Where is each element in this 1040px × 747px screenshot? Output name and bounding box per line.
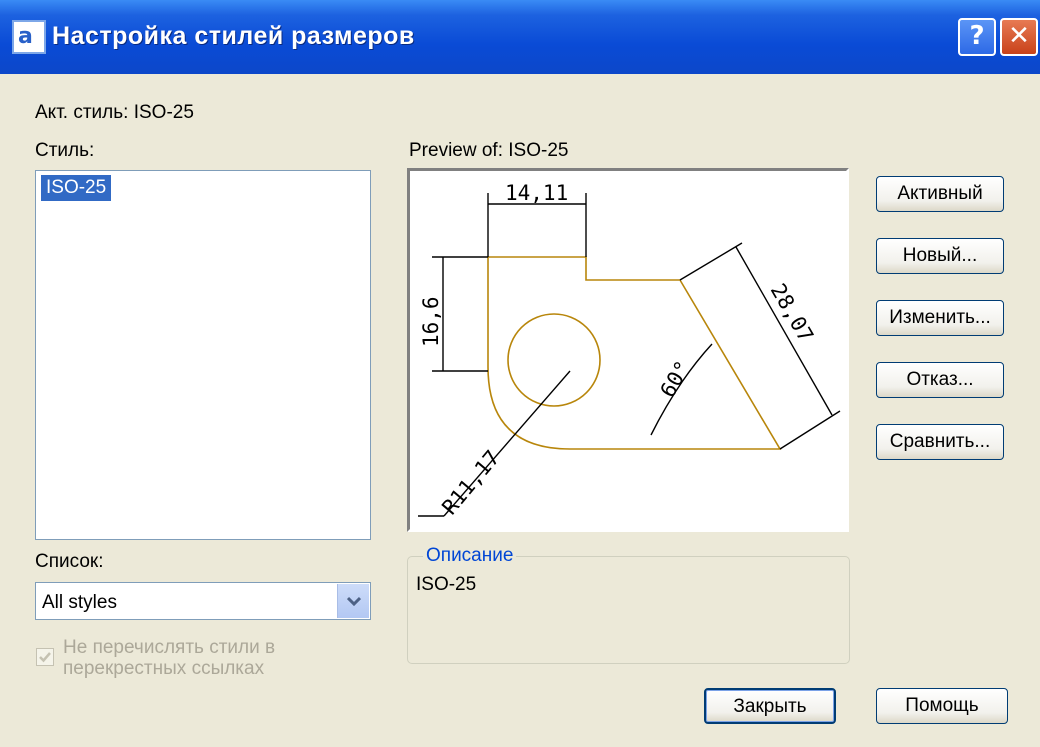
list-filter-value: All styles — [42, 592, 117, 613]
description-text: ISO-25 — [416, 574, 477, 595]
current-style-label: Акт. стиль: ISO-25 — [35, 102, 194, 123]
chevron-down-icon[interactable] — [337, 584, 369, 618]
style-list-item[interactable]: ISO-25 — [41, 175, 112, 201]
title-bar[interactable]: a Настройка стилей размеров ? ✕ — [0, 0, 1040, 74]
list-filter-select[interactable]: All styles — [35, 582, 371, 620]
dim-left-text: 16,6 — [419, 296, 443, 347]
compare-styles-button[interactable]: Сравнить... — [876, 424, 1004, 460]
exclude-xref-checkbox[interactable] — [36, 648, 54, 666]
styles-label: Стиль: — [35, 140, 95, 161]
set-current-button[interactable]: Активный — [876, 176, 1004, 212]
checkmark-icon — [39, 652, 51, 663]
description-groupbox — [407, 556, 850, 664]
help-icon[interactable]: ? — [958, 18, 996, 56]
preview-drawing: 14,11 16,6 28,07 60° R11,17 — [418, 181, 841, 519]
preview-geometry — [487, 256, 782, 450]
style-preview-pane: 14,11 16,6 28,07 60° R11,17 — [407, 168, 849, 532]
help-button[interactable]: Помощь — [876, 688, 1008, 724]
preview-dimension-text: 14,11 16,6 28,07 60° R11,17 — [419, 181, 818, 519]
preview-label: Preview of: ISO-25 — [409, 140, 569, 161]
modify-style-button[interactable]: Изменить... — [876, 300, 1004, 336]
close-icon[interactable]: ✕ — [1000, 18, 1038, 56]
close-button[interactable]: Закрыть — [704, 688, 836, 724]
dim-top-text: 14,11 — [505, 181, 568, 205]
exclude-xref-label: Не перечислять стили в перекрестных ссыл… — [63, 637, 276, 679]
list-label: Список: — [35, 551, 104, 572]
override-style-button[interactable]: Отказ... — [876, 362, 1004, 398]
dim-angle-text: 60° — [656, 357, 696, 402]
new-style-button[interactable]: Новый... — [876, 238, 1004, 274]
dim-radius-text: R11,17 — [437, 446, 504, 520]
description-legend: Описание — [423, 545, 517, 567]
window-title: Настройка стилей размеров — [52, 22, 415, 50]
dimstyle-app-icon: a — [12, 20, 46, 54]
dimension-style-manager-dialog: a Настройка стилей размеров ? ✕ Акт. сти… — [0, 0, 1040, 747]
styles-listbox[interactable]: ISO-25 — [35, 170, 371, 540]
